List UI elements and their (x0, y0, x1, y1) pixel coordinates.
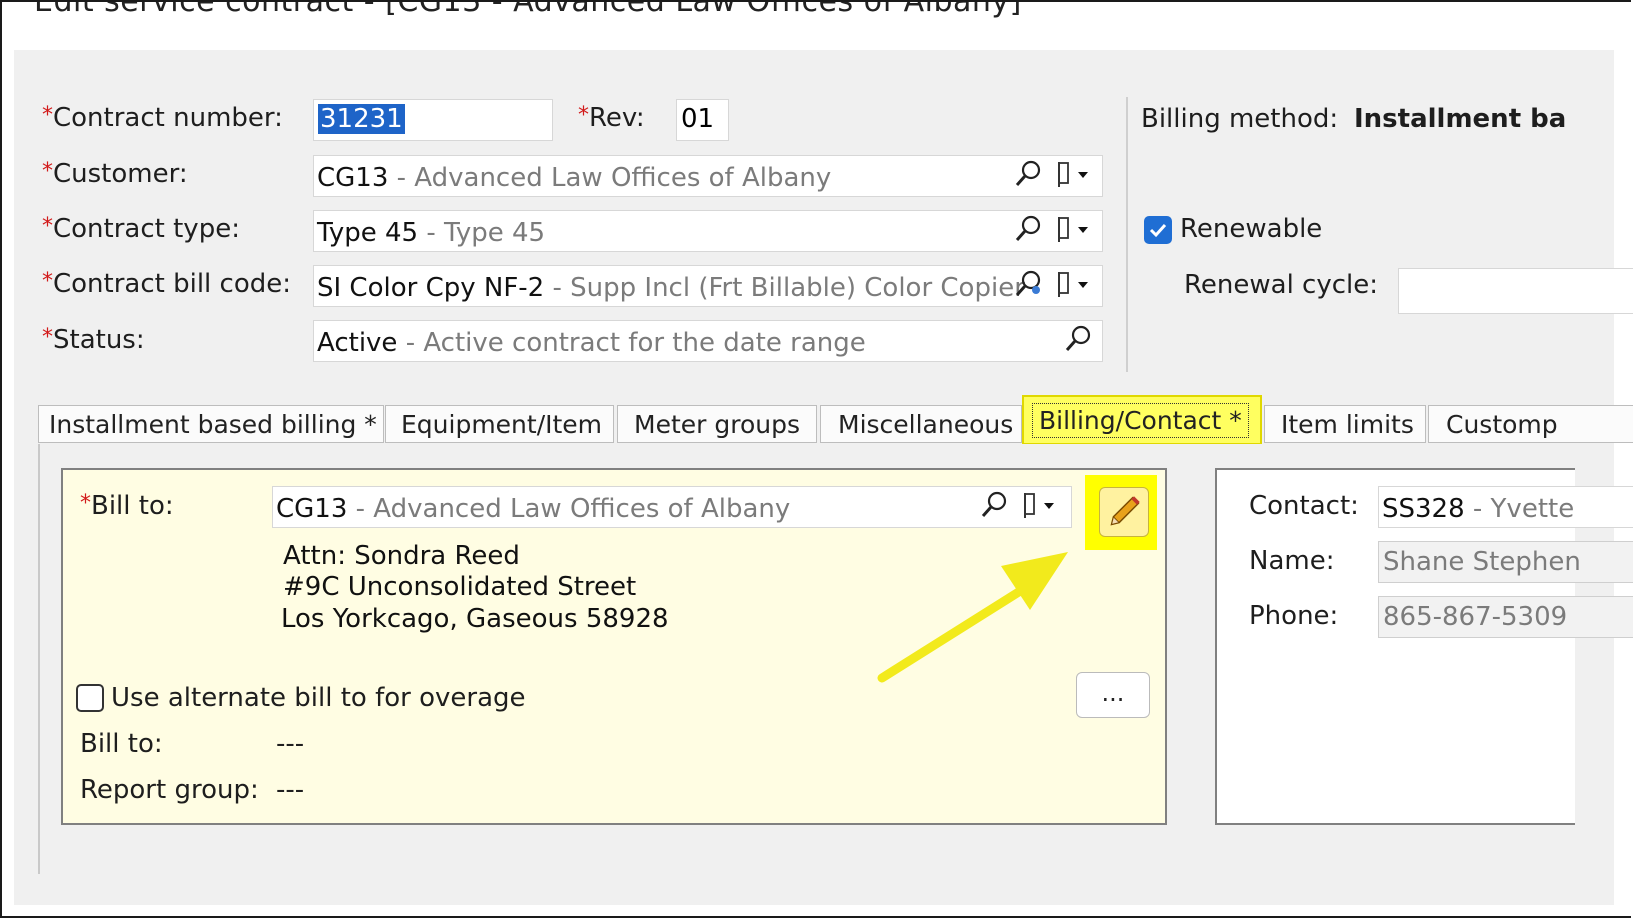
report-group-label: Report group: (80, 775, 259, 805)
ellipsis-button[interactable]: ... (1076, 672, 1150, 718)
contact-input[interactable]: SS328 - Yvette (1378, 486, 1633, 528)
phone-label: Phone: (1249, 601, 1339, 631)
use-alternate-label: Use alternate bill to for overage (111, 683, 526, 713)
report-group-value: --- (276, 775, 305, 805)
name-label: Name: (1249, 546, 1335, 576)
use-alternate-checkbox[interactable] (76, 684, 104, 712)
alt-bill-to-value: --- (276, 729, 305, 759)
name-field: Shane Stephen (1378, 541, 1633, 583)
phone-field: 865-867-5309 (1378, 596, 1633, 638)
alt-bill-to-label: Bill to: (80, 729, 163, 759)
contact-label: Contact: (1249, 491, 1359, 521)
